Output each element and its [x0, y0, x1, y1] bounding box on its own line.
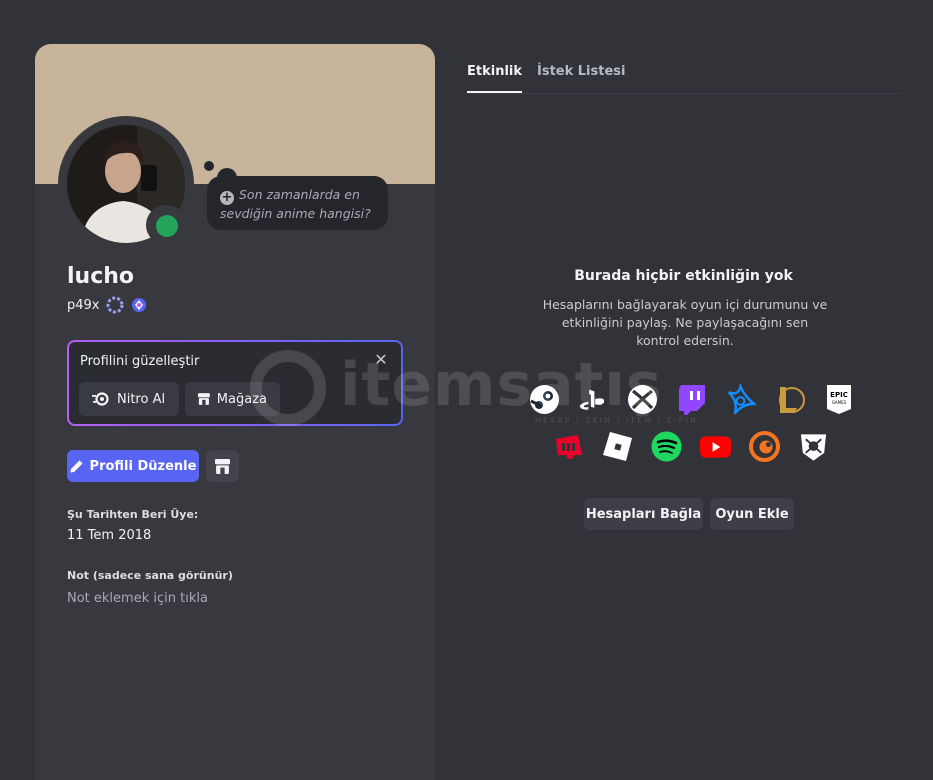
connection-icons-row-1: EPIC GAMES — [529, 383, 854, 415]
shop-label: Mağaza — [216, 391, 267, 407]
member-since-label: Şu Tarihten Beri Üye: — [67, 508, 199, 521]
hypesquad-badge-icon[interactable] — [106, 296, 124, 314]
nitro-icon — [92, 392, 109, 406]
display-name: lucho — [67, 264, 135, 289]
twitch-icon[interactable] — [676, 384, 707, 415]
edit-profile-button[interactable]: Profili Düzenle — [67, 450, 199, 482]
tab-wishlist[interactable]: İstek Listesi — [537, 64, 625, 79]
svg-text:EPIC: EPIC — [830, 391, 848, 399]
note-label: Not (sadece sana görünür) — [67, 569, 233, 582]
crunchyroll-icon[interactable] — [749, 431, 780, 462]
shop-icon — [198, 393, 210, 405]
youtube-icon[interactable] — [700, 431, 731, 462]
username: p49x — [67, 297, 100, 313]
profile-card: + Son zamanlarda en sevdiğin anime hangis… — [35, 44, 435, 780]
thought-bubble-dot-small — [204, 161, 214, 171]
bungie-icon[interactable] — [798, 431, 829, 462]
customize-profile-panel: Profilini güzelleştir ✕ Nitro Al Mağaza — [67, 340, 403, 426]
roblox-icon[interactable] — [602, 431, 633, 462]
quest-badge-icon[interactable] — [130, 296, 148, 314]
empty-activity-title: Burada hiçbir etkinliğin yok — [574, 268, 793, 284]
status-prompt-bubble[interactable]: + Son zamanlarda en sevdiğin anime hangis… — [207, 176, 388, 230]
note-input[interactable]: Not eklemek için tıkla — [67, 591, 208, 606]
online-status-indicator — [156, 215, 178, 237]
shop-button[interactable]: Mağaza — [185, 382, 280, 416]
empty-activity-description: Hesaplarını bağlayarak oyun içi durumunu… — [542, 297, 828, 348]
league-of-legends-icon[interactable] — [774, 384, 805, 415]
battlenet-icon[interactable] — [725, 383, 756, 415]
status-prompt-text: Son zamanlarda en sevdiğin anime hangisi… — [220, 187, 371, 221]
profile-tabs: Etkinlik İstek Listesi — [467, 62, 900, 94]
edit-profile-label: Profili Düzenle — [89, 458, 197, 474]
connect-accounts-button[interactable]: Hesapları Bağla — [584, 498, 703, 530]
shop-square-button[interactable] — [206, 450, 239, 482]
username-row: p49x — [67, 296, 148, 314]
customize-title: Profilini güzelleştir — [80, 354, 200, 369]
tab-activity[interactable]: Etkinlik — [467, 64, 523, 93]
spotify-icon[interactable] — [651, 431, 682, 462]
get-nitro-button[interactable]: Nitro Al — [79, 382, 179, 416]
member-since-value: 11 Tem 2018 — [67, 528, 152, 543]
get-nitro-label: Nitro Al — [117, 391, 166, 407]
steam-icon[interactable] — [529, 384, 560, 415]
epic-games-icon[interactable]: EPIC GAMES — [823, 384, 854, 415]
close-icon[interactable]: ✕ — [372, 351, 390, 369]
connection-icons-row-2 — [553, 431, 829, 462]
pencil-icon — [70, 460, 83, 472]
plus-icon: + — [220, 190, 234, 205]
shop-icon — [215, 458, 230, 474]
add-game-button[interactable]: Oyun Ekle — [710, 498, 794, 530]
playstation-icon[interactable] — [578, 384, 609, 415]
watermark-tagline: HESAP / SKIN / ITEM / E-PIN — [535, 416, 698, 425]
riot-games-icon[interactable] — [553, 431, 584, 462]
svg-text:GAMES: GAMES — [831, 400, 846, 405]
xbox-icon[interactable] — [627, 384, 658, 415]
